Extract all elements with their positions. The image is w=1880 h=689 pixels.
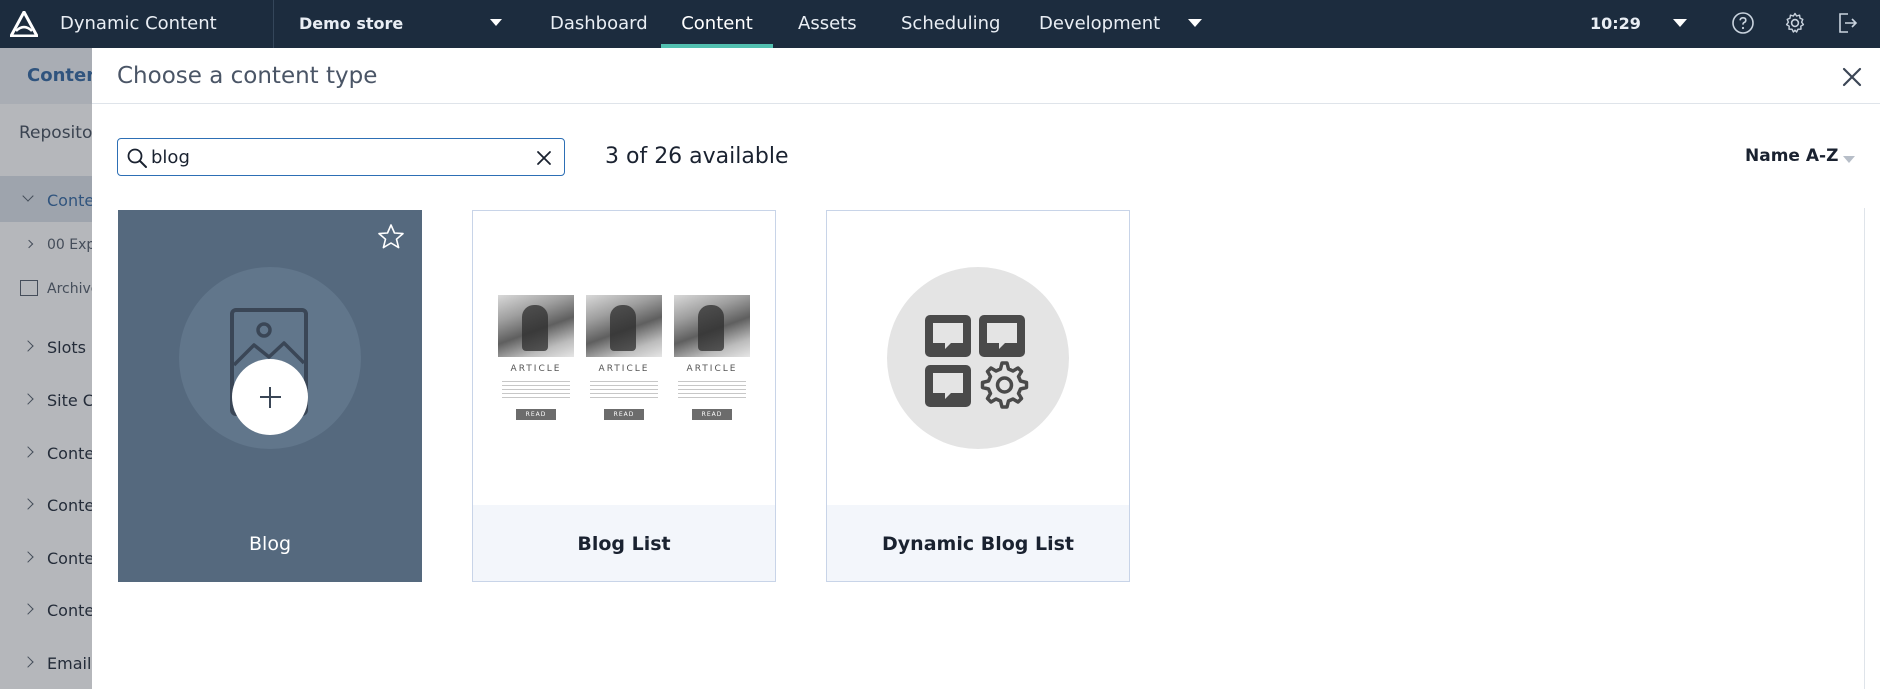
card-label: Blog <box>249 533 291 555</box>
add-icon[interactable] <box>232 359 308 435</box>
search-input[interactable] <box>151 145 521 169</box>
help-icon[interactable] <box>1731 11 1755 35</box>
time-display[interactable]: 10:29 <box>1590 14 1641 33</box>
content-type-card-dynamic-blog-list[interactable]: Dynamic Blog List <box>826 210 1130 582</box>
tab-dashboard[interactable]: Dashboard <box>550 0 648 48</box>
divider <box>273 0 274 48</box>
card-label: Blog List <box>577 533 671 555</box>
chevron-down-icon[interactable] <box>1673 19 1687 27</box>
article-photo <box>498 295 574 357</box>
article-photo <box>586 295 662 357</box>
close-icon[interactable] <box>1840 65 1864 89</box>
tab-assets[interactable]: Assets <box>798 0 857 48</box>
store-selector[interactable]: Demo store <box>299 14 403 33</box>
star-icon[interactable] <box>376 222 406 252</box>
sort-dropdown[interactable]: Name A-Z <box>1745 146 1838 166</box>
top-navigation-bar: Dynamic Content Demo store Dashboard Con… <box>0 0 1880 48</box>
choose-content-type-modal: Choose a content type 3 of 26 available … <box>92 48 1880 689</box>
article-thumbnail: ARTICLE READ <box>586 295 662 427</box>
amplience-logo-icon[interactable] <box>10 11 38 37</box>
content-type-card-blog-list[interactable]: ARTICLE READ ARTICLE READ ARTICLE READ B… <box>472 210 776 582</box>
card-label: Dynamic Blog List <box>882 533 1074 555</box>
logout-icon[interactable] <box>1835 11 1859 35</box>
dynamic-content-icon <box>925 315 1029 409</box>
app-title: Dynamic Content <box>60 13 217 34</box>
chevron-down-icon[interactable] <box>1843 156 1855 163</box>
search-field[interactable] <box>117 138 565 176</box>
scroll-track <box>1864 208 1865 689</box>
article-photo <box>674 295 750 357</box>
gear-icon[interactable] <box>1783 11 1807 35</box>
content-type-card-blog[interactable]: Blog <box>118 210 422 582</box>
chevron-down-icon[interactable] <box>490 19 502 26</box>
tab-content[interactable]: Content <box>661 0 773 48</box>
chevron-down-icon[interactable] <box>1188 19 1202 27</box>
search-icon <box>127 148 147 168</box>
tab-scheduling[interactable]: Scheduling <box>901 0 1000 48</box>
modal-header: Choose a content type <box>92 48 1880 104</box>
clear-search-icon[interactable] <box>535 149 553 167</box>
article-thumbnail: ARTICLE READ <box>498 295 574 427</box>
modal-title: Choose a content type <box>117 63 378 89</box>
tab-development[interactable]: Development <box>1039 0 1160 48</box>
modal-overlay[interactable] <box>0 48 92 689</box>
article-thumbnail: ARTICLE READ <box>674 295 750 427</box>
results-count: 3 of 26 available <box>605 144 789 169</box>
